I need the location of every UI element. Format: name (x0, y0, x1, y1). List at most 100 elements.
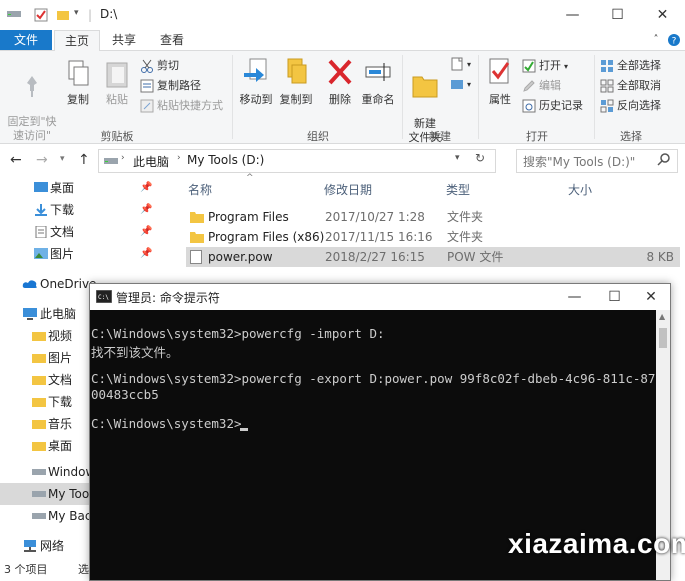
selected-count: 选 (78, 563, 89, 576)
properties-label: 属性 (489, 93, 511, 106)
console-icon: C:\ (95, 289, 113, 306)
delete-label: 删除 (329, 93, 351, 106)
recent-locations-icon[interactable]: ▾ (60, 154, 65, 164)
drive-icon (103, 155, 119, 170)
properties-quick-icon[interactable] (34, 8, 48, 25)
paste-shortcut-label: 粘贴快捷方式 (157, 99, 223, 112)
properties-button[interactable]: 属性 (482, 57, 518, 107)
console-line: C:\Windows\system32>powercfg -export D:p… (91, 371, 663, 386)
item-count: 3 个项目 (4, 563, 48, 576)
select-none-label: 全部取消 (617, 79, 661, 92)
edit-button[interactable]: 编辑 (522, 77, 561, 93)
refresh-icon[interactable]: ↻ (475, 151, 485, 165)
copy-path-button[interactable]: 复制路径 (140, 77, 201, 93)
search-input[interactable]: 搜索"My Tools (D:)" (516, 149, 678, 173)
search-icon[interactable] (657, 152, 671, 169)
copy-to-label: 复制到 (279, 93, 313, 106)
tab-view[interactable]: 查看 (152, 30, 192, 50)
copy-button[interactable]: 复制 (62, 59, 94, 107)
column-header-name[interactable]: 名称 (188, 181, 212, 198)
file-icon (190, 250, 202, 264)
forward-arrow-icon[interactable]: → (36, 152, 48, 168)
table-row[interactable]: Program Files 2017/10/27 1:28 文件夹 (186, 207, 680, 227)
pin-quick-access-button[interactable]: 固定到"快 速访问" (4, 59, 60, 143)
tab-home[interactable]: 主页 (54, 30, 100, 51)
open-button[interactable]: 打开 ▾ (522, 57, 568, 73)
nav-item-label: 桌面 (48, 439, 73, 453)
drive-icon (6, 8, 22, 23)
address-dropdown-icon[interactable]: ▾ (455, 153, 460, 163)
cmd-minimize-button[interactable]: — (552, 284, 597, 310)
console-line: C:\Windows\system32>powercfg -import D: (91, 326, 385, 341)
nav-item-label: 此电脑 (40, 307, 77, 321)
breadcrumb-chevron-icon[interactable]: › (177, 153, 181, 163)
help-icon[interactable]: ? (666, 30, 682, 50)
cut-button[interactable]: 剪切 (140, 57, 179, 73)
customize-quick-access-icon[interactable]: ▾ (74, 8, 79, 18)
tab-share[interactable]: 共享 (104, 30, 144, 50)
select-none-button[interactable]: 全部取消 (600, 77, 661, 93)
back-arrow-icon[interactable]: ← (10, 152, 22, 168)
console-line: 00483ccb5 (91, 387, 159, 402)
file-name: power.pow (208, 250, 273, 264)
rename-button[interactable]: 重命名 (358, 57, 398, 107)
table-row[interactable]: power.pow 2018/2/27 16:15 POW 文件 8 KB (186, 247, 680, 267)
paste-shortcut-button[interactable]: 粘贴快捷方式 (140, 97, 223, 113)
paste-button[interactable]: 粘贴 (100, 59, 134, 107)
history-button[interactable]: 历史记录 (522, 97, 583, 113)
breadcrumb-drive[interactable]: My Tools (D:) (187, 153, 264, 167)
up-arrow-icon[interactable]: ↑ (78, 152, 90, 168)
breadcrumb-chevron-icon[interactable]: › (121, 153, 125, 163)
open-group-label: 打开 (526, 130, 548, 143)
move-to-button[interactable]: 移动到 (236, 57, 276, 107)
file-date: 2018/2/27 16:15 (325, 250, 425, 264)
open-label: 打开 (539, 59, 561, 72)
cmd-maximize-button[interactable]: ☐ (592, 284, 637, 310)
cmd-title-bar[interactable]: C:\ 管理员: 命令提示符 — ☐ ✕ (90, 284, 670, 310)
tab-file[interactable]: 文件 (0, 30, 52, 50)
organize-group-label: 组织 (307, 130, 329, 143)
new-item-button[interactable]: ▾ (450, 57, 471, 71)
paste-label: 粘贴 (106, 93, 128, 106)
nav-item-desktop[interactable]: 桌面 📌 (0, 177, 160, 199)
copy-to-button[interactable]: 复制到 (276, 57, 316, 107)
new-folder-quick-icon[interactable] (56, 8, 70, 25)
easy-access-dropdown-icon: ▾ (467, 80, 472, 89)
nav-item-documents[interactable]: 文档 📌 (0, 221, 160, 243)
column-header-date[interactable]: 修改日期 (324, 181, 372, 198)
column-header-size[interactable]: 大小 (568, 181, 592, 198)
table-row[interactable]: Program Files (x86) 2017/11/15 16:16 文件夹 (186, 227, 680, 247)
file-type: 文件夹 (447, 230, 484, 244)
easy-access-button[interactable]: ▾ (450, 77, 471, 91)
close-button[interactable]: ✕ (640, 0, 685, 30)
cmd-close-button[interactable]: ✕ (632, 284, 670, 310)
minimize-button[interactable]: — (550, 0, 595, 30)
breadcrumb-this-pc[interactable]: 此电脑 (133, 153, 169, 170)
delete-button[interactable]: 删除 (324, 57, 356, 107)
title-separator: | (88, 8, 93, 22)
nav-item-downloads[interactable]: 下载 📌 (0, 199, 160, 221)
explorer-title-bar: ▾ | D:\ — ☐ ✕ (0, 0, 685, 30)
history-label: 历史记录 (539, 99, 583, 112)
text-cursor (240, 428, 248, 431)
scroll-up-icon[interactable]: ▲ (659, 312, 665, 321)
invert-selection-button[interactable]: 反向选择 (600, 97, 661, 113)
column-header-type[interactable]: 类型 (446, 181, 470, 198)
nav-item-label: 图片 (50, 247, 75, 261)
sort-arrow-icon: ^ (246, 173, 254, 183)
move-to-label: 移动到 (239, 93, 273, 106)
file-type: 文件夹 (447, 210, 484, 224)
new-group-label: 新建 (429, 130, 451, 143)
select-all-button[interactable]: 全部选择 (600, 57, 661, 73)
address-bar[interactable]: › 此电脑 › My Tools (D:) ▾ ↻ (98, 149, 496, 173)
file-type: POW 文件 (447, 250, 504, 264)
maximize-button[interactable]: ☐ (595, 0, 640, 30)
group-separator (478, 55, 479, 139)
collapse-ribbon-icon[interactable]: ˄ (648, 30, 664, 50)
nav-item-label: 音乐 (48, 417, 73, 431)
select-group-label: 选择 (620, 130, 642, 143)
nav-item-label: My Bac (48, 509, 92, 523)
scroll-thumb[interactable] (659, 328, 667, 348)
group-separator (402, 55, 403, 139)
nav-item-pictures[interactable]: 图片 📌 (0, 243, 160, 265)
